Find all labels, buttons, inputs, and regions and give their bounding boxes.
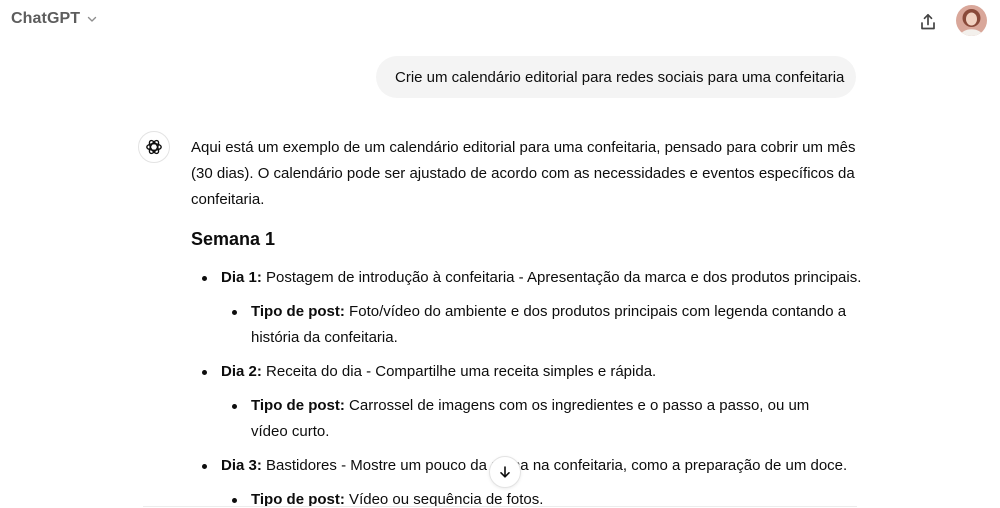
share-icon xyxy=(921,13,935,30)
user-avatar[interactable] xyxy=(956,5,987,36)
day-text: Postagem de introdução à confeitaria - A… xyxy=(261,269,862,286)
avatar-image xyxy=(956,5,987,36)
model-switcher[interactable]: ChatGPT xyxy=(11,10,98,28)
day-text: Bastidores - Mostre um pouco da rotina n… xyxy=(261,457,848,474)
bullet xyxy=(232,310,237,315)
day-text: Receita do dia - Compartilhe uma receita… xyxy=(261,363,657,380)
post-type-label: Tipo de post: xyxy=(251,303,345,320)
share-button[interactable] xyxy=(915,9,941,35)
user-message-bubble: Crie um calendário editorial para redes … xyxy=(376,56,856,98)
day-label: Dia 3: xyxy=(221,457,262,474)
divider xyxy=(143,506,857,507)
list-item-day-3: Dia 3: Bastidores - Mostre um pouco da r… xyxy=(202,453,848,479)
bullet xyxy=(202,370,207,375)
list-subitem-day-2: Tipo de post: Carrossel de imagens com o… xyxy=(232,393,841,445)
bullet xyxy=(202,276,207,281)
list-subitem-day-3: Tipo de post: Vídeo ou sequência de foto… xyxy=(232,487,543,508)
list-subitem-day-1: Tipo de post: Foto/vídeo do ambiente e d… xyxy=(232,299,851,351)
assistant-avatar xyxy=(138,131,170,163)
arrow-down-icon xyxy=(500,466,510,478)
week-heading: Semana 1 xyxy=(191,229,276,249)
day-label: Dia 1: xyxy=(221,269,262,286)
assistant-intro-text: Aqui está um exemplo de um calendário ed… xyxy=(191,139,856,208)
model-name: ChatGPT xyxy=(11,10,81,27)
chevron-down-icon xyxy=(87,16,97,22)
bullet xyxy=(202,464,207,469)
bullet xyxy=(232,404,237,409)
post-type-label: Tipo de post: xyxy=(251,397,345,414)
openai-logo-icon xyxy=(146,139,162,155)
chat-page: ChatGPT Crie um calendário editorial par… xyxy=(0,0,1000,508)
scroll-to-bottom-button[interactable] xyxy=(489,456,521,488)
bullet xyxy=(232,498,237,503)
assistant-message: Aqui está um exemplo de um calendário ed… xyxy=(191,135,861,508)
day-label: Dia 2: xyxy=(221,363,262,380)
list-item-day-1: Dia 1: Postagem de introdução à confeita… xyxy=(202,265,862,291)
list-item-day-2: Dia 2: Receita do dia - Compartilhe uma … xyxy=(202,359,657,385)
